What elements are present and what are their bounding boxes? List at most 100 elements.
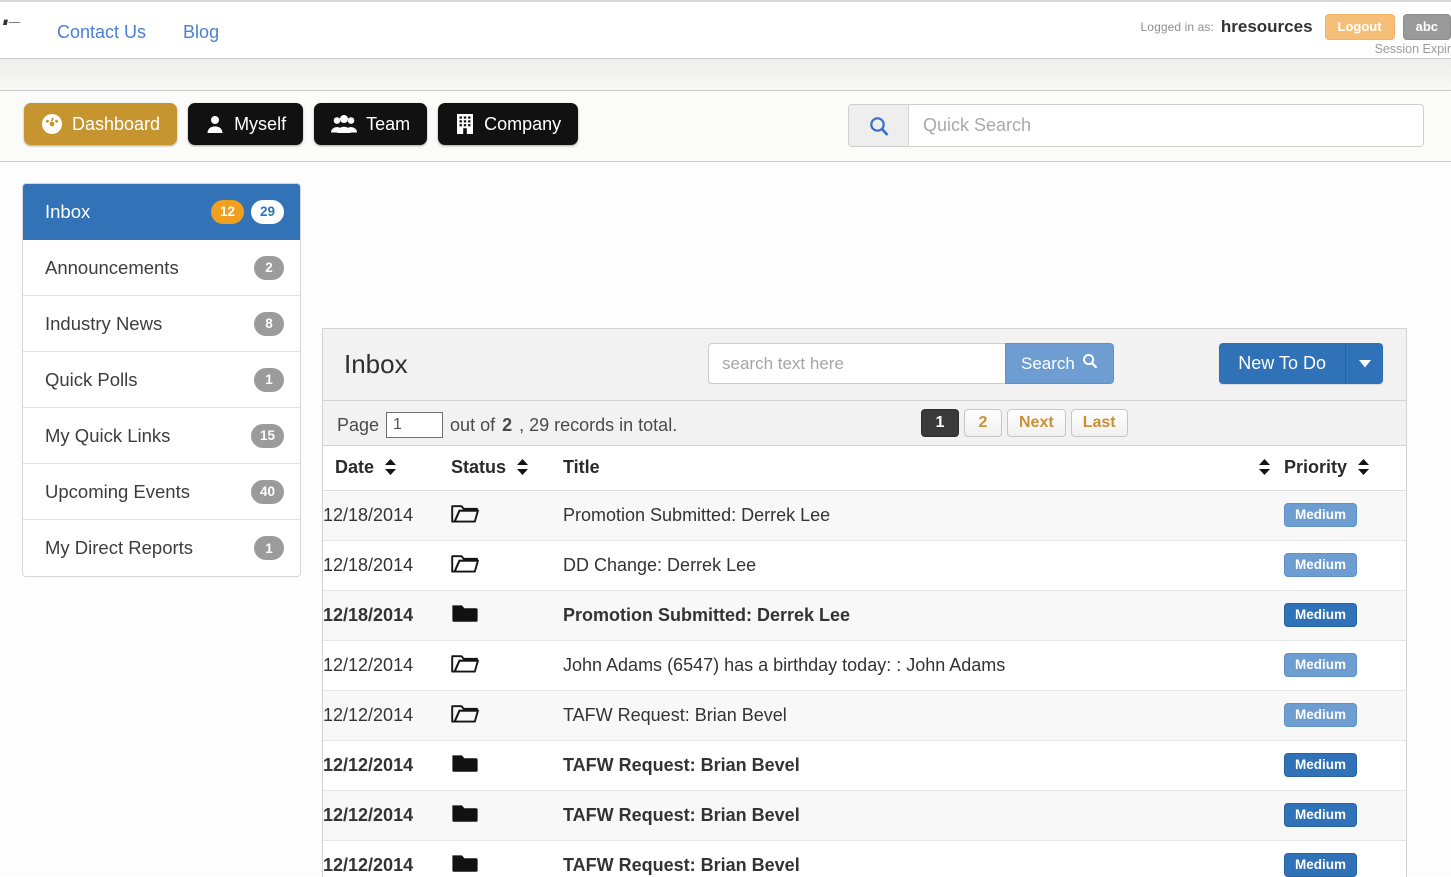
page-title: Inbox (344, 349, 408, 380)
sidebar-item-label: Announcements (45, 257, 254, 279)
search-input[interactable] (708, 343, 1005, 384)
sidebar-item-my-quick-links[interactable]: My Quick Links 15 (23, 408, 300, 464)
nav-tab-team-label: Team (366, 114, 410, 135)
table-row[interactable]: 12/12/2014TAFW Request: Brian BevelMediu… (323, 790, 1406, 840)
nav-tab-dashboard[interactable]: Dashboard (24, 103, 177, 145)
cell-date: 12/18/2014 (323, 490, 451, 540)
sidebar-item-label: Quick Polls (45, 369, 254, 391)
cell-status (451, 540, 563, 590)
cell-priority: Medium (1284, 790, 1406, 840)
inbox-table-body: 12/18/2014 Promotion Submitted: Derrek Le… (323, 490, 1406, 877)
nav-tab-myself-label: Myself (234, 114, 286, 135)
cell-date: 12/12/2014 (323, 690, 451, 740)
open-folder-icon (451, 708, 479, 728)
sidebar: Inbox 12 29 Announcements 2 Industry New… (22, 183, 301, 577)
cell-date: 12/12/2014 (323, 840, 451, 877)
column-header-status[interactable]: Status (451, 446, 563, 490)
nav-separator-strip (0, 58, 1451, 91)
cell-title[interactable]: Promotion Submitted: Derrek Lee (563, 590, 1284, 640)
link-blog[interactable]: Blog (183, 22, 219, 43)
sidebar-item-announcements[interactable]: Announcements 2 (23, 240, 300, 296)
column-header-title-label: Title (563, 457, 600, 478)
page-number-input[interactable] (386, 412, 443, 438)
sidebar-badge-unread: 12 (211, 200, 244, 224)
nav-tab-team[interactable]: Team (314, 103, 427, 145)
link-contact-us[interactable]: Contact Us (57, 22, 146, 43)
table-row[interactable]: 12/18/2014Promotion Submitted: Derrek Le… (323, 590, 1406, 640)
nav-tab-myself[interactable]: Myself (188, 103, 303, 145)
sidebar-badge-count: 40 (251, 480, 284, 504)
table-row[interactable]: 12/12/2014John Adams (6547) has a birthd… (323, 640, 1406, 690)
table-header-row: Date Status Title (323, 446, 1406, 490)
table-row[interactable]: 12/18/2014DD Change: Derrek LeeMedium (323, 540, 1406, 590)
sidebar-item-label: Industry News (45, 313, 254, 335)
cell-status (451, 640, 563, 690)
table-row[interactable]: 12/12/2014 TAFW Request: Brian BevelMediu… (323, 840, 1406, 877)
sidebar-item-inbox[interactable]: Inbox 12 29 (23, 184, 300, 240)
sidebar-badge-count: 1 (254, 368, 284, 392)
column-header-date[interactable]: Date (323, 446, 451, 490)
page-button-last[interactable]: Last (1071, 409, 1128, 437)
status-badge: Medium (1284, 503, 1357, 527)
cell-title[interactable]: TAFW Request: Brian Bevel (563, 740, 1284, 790)
page-button-2[interactable]: 2 (964, 409, 1002, 437)
main-nav-bar: Dashboard Myself Team Company (0, 91, 1451, 162)
records-total-text: , 29 records in total. (519, 415, 677, 436)
sort-arrows-icon (385, 459, 396, 477)
column-header-date-label: Date (335, 457, 374, 478)
gauge-icon (41, 113, 63, 135)
logout-button[interactable]: Logout (1325, 14, 1395, 40)
sidebar-badge-count: 1 (254, 536, 284, 560)
cell-priority: Medium (1284, 640, 1406, 690)
page-button-next[interactable]: Next (1007, 409, 1066, 437)
table-row[interactable]: 12/12/2014 TAFW Request: Brian BevelMediu… (323, 690, 1406, 740)
nav-tab-company[interactable]: Company (438, 103, 578, 145)
cell-status (451, 840, 563, 877)
nav-tab-dashboard-label: Dashboard (72, 114, 160, 135)
sidebar-item-industry-news[interactable]: Industry News 8 (23, 296, 300, 352)
status-badge: Medium (1284, 603, 1357, 627)
nav-tabs: Dashboard Myself Team Company (24, 103, 578, 145)
cell-status (451, 790, 563, 840)
page-button-1[interactable]: 1 (921, 409, 959, 437)
cell-title[interactable]: DD Change: Derrek Lee (563, 540, 1284, 590)
new-todo-button[interactable]: New To Do (1219, 343, 1346, 384)
column-header-priority[interactable]: Priority (1284, 446, 1406, 490)
closed-folder-icon (451, 608, 479, 628)
status-badge: Medium (1284, 653, 1357, 677)
page-word: Page (337, 415, 379, 436)
search-button[interactable]: Search (1005, 343, 1114, 384)
cell-title[interactable]: John Adams (6547) has a birthday today: … (563, 640, 1284, 690)
status-badge: Medium (1284, 703, 1357, 727)
open-folder-icon (451, 558, 479, 578)
table-row[interactable]: 12/18/2014 Promotion Submitted: Derrek Le… (323, 490, 1406, 540)
cell-title[interactable]: TAFW Request: Brian Bevel (563, 840, 1284, 877)
search-icon[interactable] (849, 105, 909, 146)
logo-mark: ∎— (1, 15, 34, 29)
sidebar-item-label: Upcoming Events (45, 481, 251, 503)
sidebar-item-quick-polls[interactable]: Quick Polls 1 (23, 352, 300, 408)
cell-priority: Medium (1284, 490, 1406, 540)
cell-title[interactable]: TAFW Request: Brian Bevel (563, 690, 1284, 740)
new-todo-group: New To Do (1219, 343, 1383, 384)
column-header-title[interactable]: Title (563, 446, 1284, 490)
secondary-action-button[interactable]: abc (1403, 14, 1451, 40)
quick-search-input[interactable] (909, 105, 1423, 146)
out-of-word: out of (450, 415, 495, 436)
cell-title[interactable]: TAFW Request: Brian Bevel (563, 790, 1284, 840)
inbox-table: Date Status Title (323, 446, 1406, 877)
chevron-down-icon[interactable] (1346, 343, 1383, 384)
sidebar-item-upcoming-events[interactable]: Upcoming Events 40 (23, 464, 300, 520)
sidebar-item-my-direct-reports[interactable]: My Direct Reports 1 (23, 520, 300, 576)
table-row[interactable]: 12/12/2014TAFW Request: Brian BevelMediu… (323, 740, 1406, 790)
inbox-search-group: Search (708, 343, 1114, 384)
column-header-priority-label: Priority (1284, 457, 1347, 478)
status-badge: Medium (1284, 853, 1357, 877)
cell-priority: Medium (1284, 840, 1406, 877)
total-pages: 2 (502, 415, 512, 436)
pagination-bar: Page out of 2 , 29 records in total. 1 2… (323, 401, 1406, 446)
top-links: Contact Us Blog (57, 22, 219, 43)
cell-title[interactable]: Promotion Submitted: Derrek Lee (563, 490, 1284, 540)
cell-status (451, 690, 563, 740)
closed-folder-icon (451, 858, 479, 877)
